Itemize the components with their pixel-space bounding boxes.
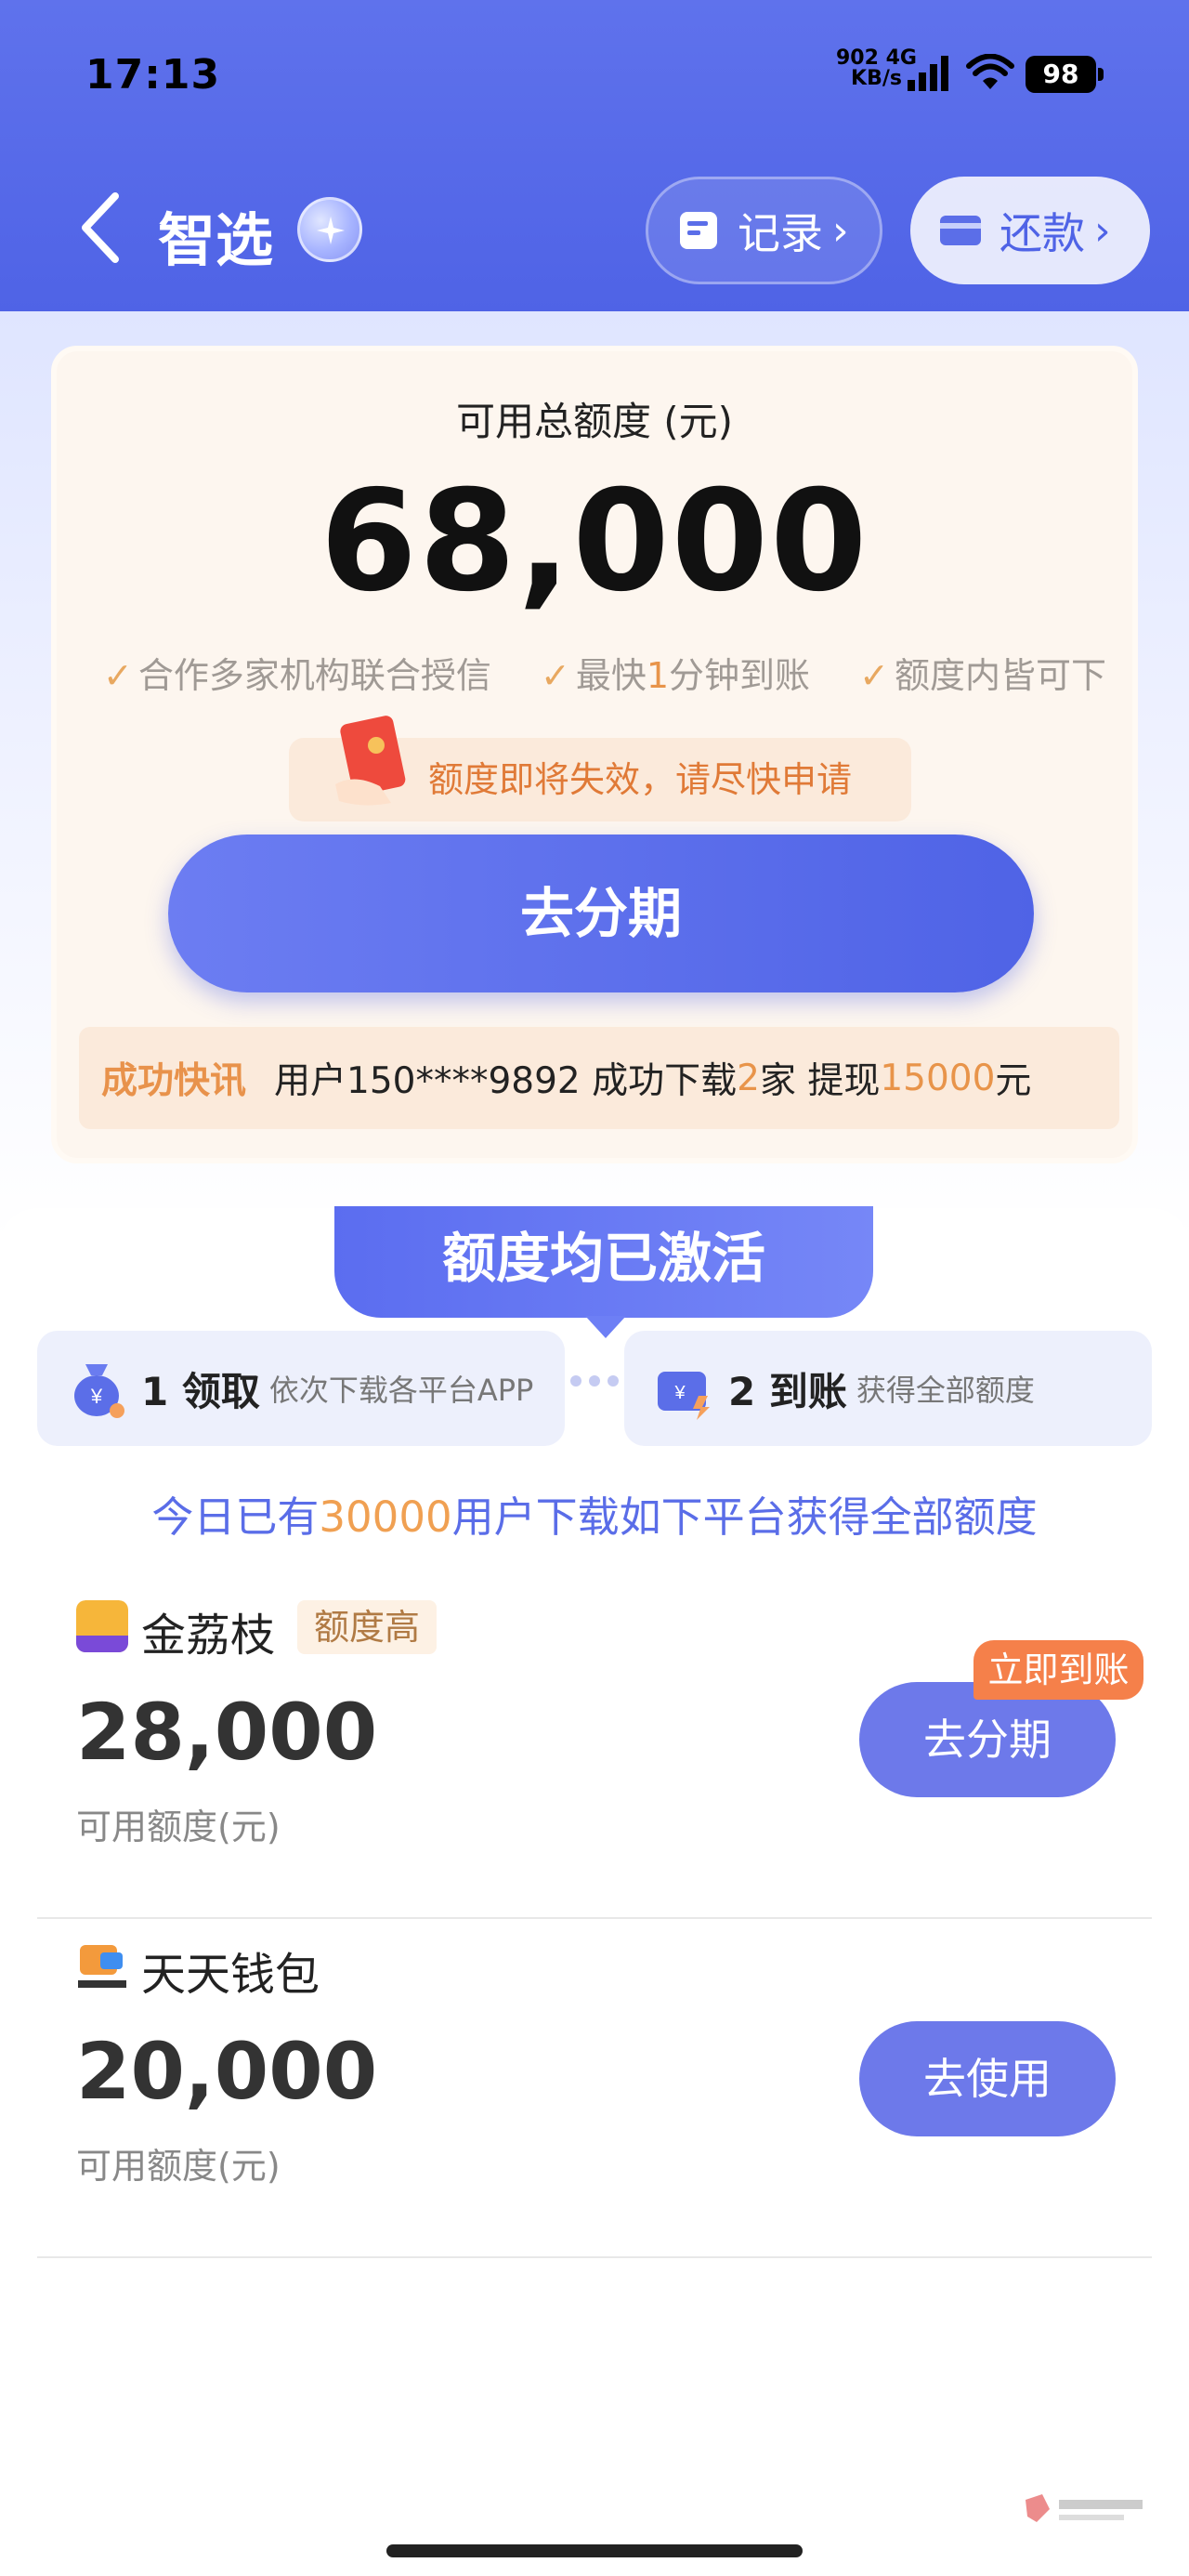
installment-cta-button[interactable]: 去分期: [168, 835, 1034, 992]
repay-label: 还款: [1000, 208, 1085, 258]
step-arrive: ¥ 2 到账 获得全部额度: [624, 1331, 1152, 1446]
platform-item-jinlizhi: 金荔枝 额度高 28,000 可用额度(元) 去分期 立即到账: [37, 1589, 1152, 1919]
wifi-icon: [966, 54, 1014, 89]
use-button[interactable]: 去使用: [859, 2021, 1116, 2136]
money-bag-icon: ¥: [74, 1364, 124, 1418]
success-news-ticker: 成功快讯 用户150****9892 成功下载 2 家 提现 15000 元: [79, 1027, 1119, 1129]
chevron-right-icon: ›: [832, 206, 849, 255]
feature-list: ✓ 合作多家机构联合授信 ✓ 最快1分钟到账 ✓ 额度内皆可下: [103, 647, 1106, 698]
repay-button[interactable]: 还款 ›: [910, 177, 1150, 284]
wallet-icon: ¥: [658, 1372, 710, 1420]
user-count-headline: 今日已有30000用户下载如下平台获得全部额度: [151, 1492, 1038, 1542]
red-envelope-icon: [335, 716, 406, 806]
status-bar: 17:13 902 4G KB/s 98: [0, 0, 1189, 149]
net-speed-unit: KB/s: [851, 67, 902, 90]
battery-indicator: 98: [1026, 56, 1104, 93]
platform-amount-label: 可用额度(元): [76, 2146, 281, 2187]
platform-name: 金荔枝: [141, 1610, 276, 1662]
platform-tag: 额度高: [297, 1600, 438, 1654]
check-icon: ✓: [540, 655, 570, 696]
document-icon: [680, 212, 717, 249]
svg-text:¥: ¥: [673, 1383, 686, 1403]
step-claim: ¥ 1 领取 依次下载各平台APP: [37, 1331, 565, 1446]
records-button[interactable]: 记录 ›: [646, 177, 882, 284]
status-time: 17:13: [85, 51, 221, 99]
network-speed: 902 4G KB/s: [836, 48, 917, 89]
feature-item: ✓ 最快1分钟到账: [540, 655, 811, 696]
credit-card: 可用总额度 (元) 68,000 ✓ 合作多家机构联合授信 ✓ 最快1分钟到账 ✓ 额…: [51, 346, 1138, 1163]
platform-amount: 28,000: [76, 1687, 378, 1778]
home-indicator: [386, 2544, 803, 2557]
svg-text:¥: ¥: [90, 1385, 103, 1408]
activated-banner: 额度均已激活: [334, 1206, 873, 1338]
sparkle-icon: [297, 197, 362, 262]
total-credit-amount: 68,000: [320, 461, 869, 623]
total-credit-label: 可用总额度 (元): [455, 399, 734, 444]
chevron-right-icon: ›: [1094, 206, 1111, 255]
platform-amount: 20,000: [76, 2026, 378, 2117]
card-icon: [940, 216, 981, 245]
news-label: 成功快讯: [101, 1060, 247, 1102]
cellular-signal-icon: [908, 56, 948, 91]
platform-name: 天天钱包: [141, 1949, 320, 2001]
tiantian-wallet-logo-icon: [78, 1945, 126, 1988]
check-icon: ✓: [103, 655, 133, 696]
watermark-logo: [1026, 2494, 1143, 2522]
back-chevron-icon[interactable]: [74, 191, 130, 265]
records-label: 记录: [738, 208, 823, 258]
jinlizhi-logo-icon: [76, 1600, 128, 1652]
feature-item: ✓ 合作多家机构联合授信: [103, 655, 491, 696]
platform-amount-label: 可用额度(元): [76, 1807, 281, 1847]
instant-arrival-badge: 立即到账: [973, 1640, 1143, 1700]
step-connector: [570, 1375, 619, 1394]
platform-item-tiantian: 天天钱包 20,000 可用额度(元) 去使用: [37, 1928, 1152, 2258]
feature-item: ✓ 额度内皆可下: [859, 655, 1106, 696]
page-title: 智选: [158, 206, 274, 274]
check-icon: ✓: [859, 655, 889, 696]
